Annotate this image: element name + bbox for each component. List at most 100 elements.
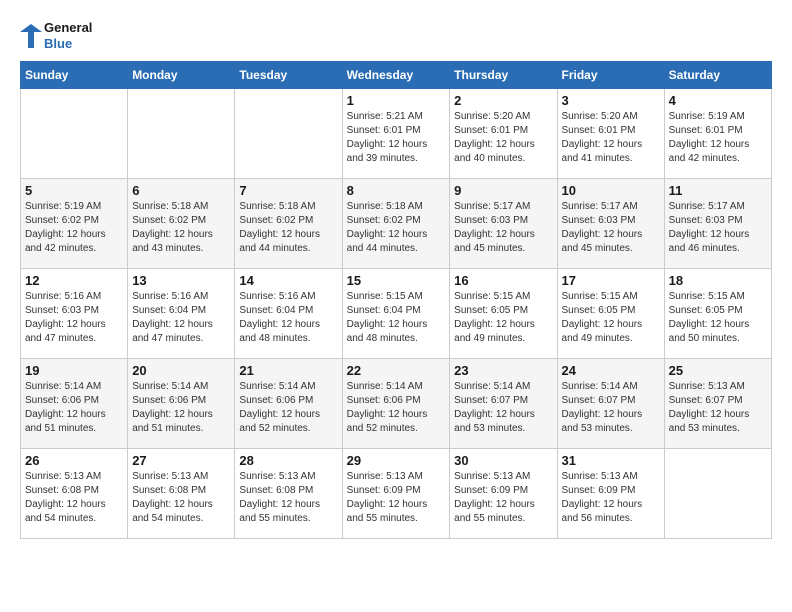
calendar-cell: 29 Sunrise: 5:13 AM Sunset: 6:09 PM Dayli… [342,449,450,539]
calendar-cell: 19 Sunrise: 5:14 AM Sunset: 6:06 PM Dayli… [21,359,128,449]
logo: General Blue [20,20,92,51]
day-number: 29 [347,453,446,468]
day-number: 18 [669,273,767,288]
day-info: Sunrise: 5:18 AM Sunset: 6:02 PM Dayligh… [347,200,446,256]
day-info: Sunrise: 5:17 AM Sunset: 6:03 PM Dayligh… [669,200,767,256]
weekday-header-wednesday: Wednesday [342,62,450,89]
day-number: 5 [25,183,123,198]
day-number: 9 [454,183,552,198]
calendar-cell: 10 Sunrise: 5:17 AM Sunset: 6:03 PM Dayli… [557,179,664,269]
day-number: 6 [132,183,230,198]
day-info: Sunrise: 5:21 AM Sunset: 6:01 PM Dayligh… [347,110,446,166]
day-number: 24 [562,363,660,378]
day-number: 27 [132,453,230,468]
day-info: Sunrise: 5:20 AM Sunset: 6:01 PM Dayligh… [454,110,552,166]
calendar-cell: 2Sunrise: 5:20 AM Sunset: 6:01 PM Daylig… [450,89,557,179]
calendar-cell: 22Sunrise: 5:14 AM Sunset: 6:06 PM Dayli… [342,359,450,449]
day-info: Sunrise: 5:17 AM Sunset: 6:03 PM Dayligh… [454,200,552,256]
day-info: Sunrise: 5:13 AM Sunset: 6:08 PM Dayligh… [132,470,230,526]
calendar-cell: 1Sunrise: 5:21 AM Sunset: 6:01 PM Daylig… [342,89,450,179]
day-number: 4 [669,93,767,108]
week-row-5: 26 Sunrise: 5:13 AM Sunset: 6:08 PM Dayli… [21,449,772,539]
day-number: 31 [562,453,660,468]
day-info: Sunrise: 5:14 AM Sunset: 6:06 PM Dayligh… [132,380,230,436]
day-info: Sunrise: 5:15 AM Sunset: 6:05 PM Dayligh… [669,290,767,346]
calendar-cell [128,89,235,179]
day-info: Sunrise: 5:20 AM Sunset: 6:01 PM Dayligh… [562,110,660,166]
day-info: Sunrise: 5:13 AM Sunset: 6:07 PM Dayligh… [669,380,767,436]
day-info: Sunrise: 5:13 AM Sunset: 6:08 PM Dayligh… [25,470,123,526]
calendar-cell: 13 Sunrise: 5:16 AM Sunset: 6:04 PM Dayli… [128,269,235,359]
calendar-cell: 26 Sunrise: 5:13 AM Sunset: 6:08 PM Dayli… [21,449,128,539]
calendar-cell: 6 Sunrise: 5:18 AM Sunset: 6:02 PM Daylig… [128,179,235,269]
weekday-header-monday: Monday [128,62,235,89]
calendar-cell: 8 Sunrise: 5:18 AM Sunset: 6:02 PM Daylig… [342,179,450,269]
day-number: 26 [25,453,123,468]
calendar-cell: 12 Sunrise: 5:16 AM Sunset: 6:03 PM Dayli… [21,269,128,359]
day-info: Sunrise: 5:17 AM Sunset: 6:03 PM Dayligh… [562,200,660,256]
calendar-cell: 20Sunrise: 5:14 AM Sunset: 6:06 PM Dayli… [128,359,235,449]
day-number: 30 [454,453,552,468]
day-info: Sunrise: 5:15 AM Sunset: 6:05 PM Dayligh… [454,290,552,346]
logo-graphic: General Blue [20,20,92,51]
day-number: 22 [347,363,446,378]
day-number: 3 [562,93,660,108]
calendar-cell [21,89,128,179]
calendar-cell [664,449,771,539]
day-info: Sunrise: 5:13 AM Sunset: 6:09 PM Dayligh… [347,470,446,526]
calendar-cell: 23Sunrise: 5:14 AM Sunset: 6:07 PM Dayli… [450,359,557,449]
weekday-header-friday: Friday [557,62,664,89]
calendar-cell: 5 Sunrise: 5:19 AM Sunset: 6:02 PM Daylig… [21,179,128,269]
day-info: Sunrise: 5:15 AM Sunset: 6:05 PM Dayligh… [562,290,660,346]
day-info: Sunrise: 5:18 AM Sunset: 6:02 PM Dayligh… [132,200,230,256]
calendar-cell: 11 Sunrise: 5:17 AM Sunset: 6:03 PM Dayli… [664,179,771,269]
day-info: Sunrise: 5:18 AM Sunset: 6:02 PM Dayligh… [239,200,337,256]
day-info: Sunrise: 5:16 AM Sunset: 6:04 PM Dayligh… [239,290,337,346]
day-number: 11 [669,183,767,198]
weekday-header-tuesday: Tuesday [235,62,342,89]
calendar-cell: 18 Sunrise: 5:15 AM Sunset: 6:05 PM Dayli… [664,269,771,359]
day-info: Sunrise: 5:16 AM Sunset: 6:03 PM Dayligh… [25,290,123,346]
calendar-cell: 15 Sunrise: 5:15 AM Sunset: 6:04 PM Dayli… [342,269,450,359]
day-info: Sunrise: 5:19 AM Sunset: 6:01 PM Dayligh… [669,110,767,166]
day-info: Sunrise: 5:19 AM Sunset: 6:02 PM Dayligh… [25,200,123,256]
day-info: Sunrise: 5:16 AM Sunset: 6:04 PM Dayligh… [132,290,230,346]
day-info: Sunrise: 5:13 AM Sunset: 6:09 PM Dayligh… [454,470,552,526]
calendar-cell: 14 Sunrise: 5:16 AM Sunset: 6:04 PM Dayli… [235,269,342,359]
calendar-cell: 24 Sunrise: 5:14 AM Sunset: 6:07 PM Dayli… [557,359,664,449]
week-row-3: 12 Sunrise: 5:16 AM Sunset: 6:03 PM Dayli… [21,269,772,359]
day-number: 13 [132,273,230,288]
calendar-cell: 17 Sunrise: 5:15 AM Sunset: 6:05 PM Dayli… [557,269,664,359]
day-number: 15 [347,273,446,288]
day-number: 19 [25,363,123,378]
week-row-4: 19 Sunrise: 5:14 AM Sunset: 6:06 PM Dayli… [21,359,772,449]
day-info: Sunrise: 5:14 AM Sunset: 6:06 PM Dayligh… [239,380,337,436]
calendar-table: SundayMondayTuesdayWednesdayThursdayFrid… [20,61,772,539]
weekday-header-thursday: Thursday [450,62,557,89]
day-info: Sunrise: 5:13 AM Sunset: 6:08 PM Dayligh… [239,470,337,526]
week-row-2: 5 Sunrise: 5:19 AM Sunset: 6:02 PM Daylig… [21,179,772,269]
calendar-cell: 25 Sunrise: 5:13 AM Sunset: 6:07 PM Dayli… [664,359,771,449]
day-number: 28 [239,453,337,468]
day-number: 16 [454,273,552,288]
week-row-1: 1Sunrise: 5:21 AM Sunset: 6:01 PM Daylig… [21,89,772,179]
day-number: 8 [347,183,446,198]
calendar-cell: 4 Sunrise: 5:19 AM Sunset: 6:01 PM Daylig… [664,89,771,179]
day-info: Sunrise: 5:14 AM Sunset: 6:06 PM Dayligh… [25,380,123,436]
day-info: Sunrise: 5:14 AM Sunset: 6:07 PM Dayligh… [562,380,660,436]
calendar-cell: 16 Sunrise: 5:15 AM Sunset: 6:05 PM Dayli… [450,269,557,359]
day-number: 10 [562,183,660,198]
day-number: 21 [239,363,337,378]
day-number: 25 [669,363,767,378]
calendar-cell: 27 Sunrise: 5:13 AM Sunset: 6:08 PM Dayli… [128,449,235,539]
day-number: 14 [239,273,337,288]
day-info: Sunrise: 5:15 AM Sunset: 6:04 PM Dayligh… [347,290,446,346]
day-number: 17 [562,273,660,288]
weekday-header-saturday: Saturday [664,62,771,89]
calendar-cell: 30 Sunrise: 5:13 AM Sunset: 6:09 PM Dayli… [450,449,557,539]
calendar-cell: 9 Sunrise: 5:17 AM Sunset: 6:03 PM Daylig… [450,179,557,269]
day-number: 12 [25,273,123,288]
weekday-header-sunday: Sunday [21,62,128,89]
page-header: General Blue [20,20,772,51]
calendar-cell: 7Sunrise: 5:18 AM Sunset: 6:02 PM Daylig… [235,179,342,269]
